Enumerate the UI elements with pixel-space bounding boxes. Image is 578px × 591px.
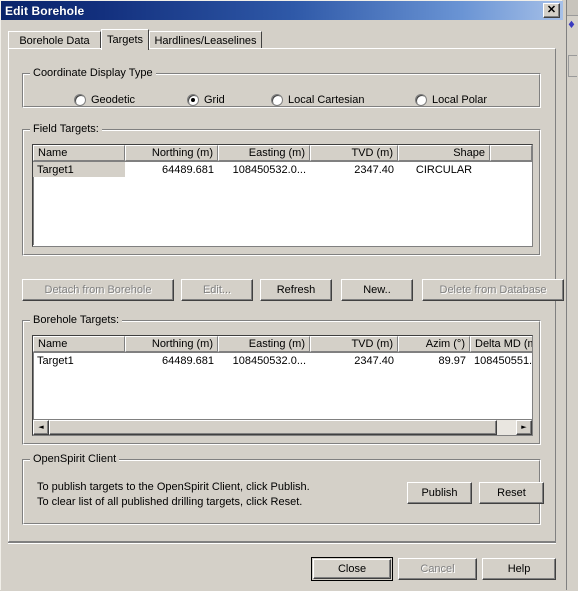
radio-label: Grid xyxy=(204,94,225,106)
table-row[interactable]: Target1 64489.681 108450532.0... 2347.40… xyxy=(33,162,532,177)
button-label: New.. xyxy=(363,284,391,296)
bottom-divider xyxy=(8,542,556,544)
column-header-name[interactable]: Name xyxy=(33,336,125,352)
cell-tvd: 2347.40 xyxy=(354,354,394,367)
cell-azim: 89.97 xyxy=(438,354,466,367)
radio-circle-icon xyxy=(271,94,283,106)
tab-label: Hardlines/Leaselines xyxy=(154,34,257,47)
new-button[interactable]: New.. xyxy=(341,279,413,301)
dialog-title: Edit Borehole xyxy=(5,3,85,18)
button-label: Reset xyxy=(497,487,526,499)
cell-shape: CIRCULAR xyxy=(415,163,473,176)
borehole-targets-header-row: Name Northing (m) Easting (m) TVD (m) Az… xyxy=(33,336,532,353)
column-header-northing[interactable]: Northing (m) xyxy=(125,336,218,352)
borehole-targets-group: Borehole Targets: Name Northing (m) East… xyxy=(22,314,541,445)
button-label: Close xyxy=(337,563,367,575)
close-icon[interactable]: ✕ xyxy=(543,3,560,18)
column-header-shape[interactable]: Shape xyxy=(398,145,490,161)
radio-local-cartesian[interactable]: Local Cartesian xyxy=(271,94,364,106)
button-label: Delete from Database xyxy=(439,284,547,296)
radio-label: Geodetic xyxy=(91,94,136,106)
background-window-titlebar-fragment xyxy=(567,0,578,16)
cell-blank xyxy=(490,162,532,177)
openspirit-instruction-line-2: To clear list of all published drilling … xyxy=(37,496,303,508)
delete-from-database-button[interactable]: Delete from Database xyxy=(422,279,564,301)
radio-label: Local Polar xyxy=(432,94,488,106)
tab-label: Borehole Data xyxy=(19,34,90,47)
field-targets-header-row: Name Northing (m) Easting (m) TVD (m) Sh… xyxy=(33,145,532,162)
tabstrip: Borehole Data Targets Hardlines/Leaselin… xyxy=(8,29,556,50)
background-window-icon: ♦ xyxy=(567,20,576,31)
column-header-tvd[interactable]: TVD (m) xyxy=(310,145,398,161)
coordinate-display-type-label: Coordinate Display Type xyxy=(30,67,156,79)
cell-tvd: 2347.40 xyxy=(354,163,394,176)
column-header-delta-md[interactable]: Delta MD (m xyxy=(470,336,532,352)
borehole-targets-hscrollbar[interactable]: ◄ ► xyxy=(33,419,532,435)
column-header-tvd[interactable]: TVD (m) xyxy=(310,336,398,352)
coordinate-display-type-radios: Geodetic Grid Local Cartesian Local Pola… xyxy=(23,94,540,112)
button-label: Cancel xyxy=(420,563,455,575)
openspirit-instruction-line-1: To publish targets to the OpenSpirit Cli… xyxy=(37,481,310,493)
cancel-button[interactable]: Cancel xyxy=(398,558,477,580)
column-header-easting[interactable]: Easting (m) xyxy=(218,336,310,352)
edit-button[interactable]: Edit... xyxy=(181,279,253,301)
button-label: Refresh xyxy=(276,284,316,296)
column-header-azim[interactable]: Azim (°) xyxy=(398,336,470,352)
field-targets-group: Field Targets: Name Northing (m) Easting… xyxy=(22,123,541,256)
tab-targets[interactable]: Targets xyxy=(101,29,149,50)
dialog-titlebar[interactable]: Edit Borehole ✕ xyxy=(1,1,563,20)
dialog-button-bar: Close Cancel Help xyxy=(1,549,563,591)
coordinate-display-type-group: Coordinate Display Type Geodetic Grid Lo… xyxy=(22,67,541,108)
detach-from-borehole-button[interactable]: Detach from Borehole xyxy=(22,279,174,301)
edit-borehole-dialog: Edit Borehole ✕ Borehole Data Targets Ha… xyxy=(0,0,564,591)
scrollbar-track[interactable] xyxy=(49,420,516,435)
cell-name: Target1 xyxy=(33,162,125,177)
cell-northing: 64489.681 xyxy=(162,354,214,367)
radio-geodetic[interactable]: Geodetic xyxy=(74,94,135,106)
button-label: Publish xyxy=(421,487,458,499)
background-window-sliver: ♦ xyxy=(562,0,578,590)
tab-hardlines-leaselines[interactable]: Hardlines/Leaselines xyxy=(149,31,262,49)
borehole-targets-label: Borehole Targets: xyxy=(30,314,123,326)
radio-circle-icon xyxy=(74,94,86,106)
cell-northing: 64489.681 xyxy=(162,163,214,176)
refresh-button[interactable]: Refresh xyxy=(260,279,332,301)
background-window-edge xyxy=(566,0,578,590)
background-window-panel-fragment xyxy=(568,55,577,77)
radio-local-polar[interactable]: Local Polar xyxy=(415,94,487,106)
openspirit-client-label: OpenSpirit Client xyxy=(30,453,120,465)
column-header-blank[interactable] xyxy=(490,145,532,161)
field-targets-listview[interactable]: Name Northing (m) Easting (m) TVD (m) Sh… xyxy=(32,144,533,247)
radio-circle-icon xyxy=(415,94,427,106)
openspirit-client-group: OpenSpirit Client To publish targets to … xyxy=(22,453,544,525)
column-header-easting[interactable]: Easting (m) xyxy=(218,145,310,161)
table-row[interactable]: Target1 64489.681 108450532.0... 2347.40… xyxy=(33,353,532,368)
help-button[interactable]: Help xyxy=(482,558,556,580)
button-label: Detach from Borehole xyxy=(44,284,152,296)
scroll-left-icon[interactable]: ◄ xyxy=(33,420,49,435)
cell-easting: 108450532.0... xyxy=(232,354,306,367)
column-header-name[interactable]: Name xyxy=(33,145,125,161)
field-targets-label: Field Targets: xyxy=(30,123,102,135)
borehole-targets-listview[interactable]: Name Northing (m) Easting (m) TVD (m) Az… xyxy=(32,335,533,436)
cell-name: Target1 xyxy=(37,354,74,367)
tab-borehole-data[interactable]: Borehole Data xyxy=(8,31,101,49)
column-header-northing[interactable]: Northing (m) xyxy=(125,145,218,161)
scroll-right-icon[interactable]: ► xyxy=(516,420,532,435)
tab-label: Targets xyxy=(106,34,144,46)
targets-tab-panel: Coordinate Display Type Geodetic Grid Lo… xyxy=(8,48,564,542)
button-label: Edit... xyxy=(202,284,232,296)
button-label: Help xyxy=(507,563,531,575)
cell-delta-md: 108450551... xyxy=(474,354,533,367)
cell-easting: 108450532.0... xyxy=(232,163,306,176)
close-button[interactable]: Close xyxy=(311,557,393,581)
reset-button[interactable]: Reset xyxy=(479,482,544,504)
scrollbar-thumb[interactable] xyxy=(49,420,498,435)
radio-grid[interactable]: Grid xyxy=(187,94,225,106)
radio-label: Local Cartesian xyxy=(288,94,365,106)
radio-circle-icon xyxy=(187,94,199,106)
publish-button[interactable]: Publish xyxy=(407,482,472,504)
